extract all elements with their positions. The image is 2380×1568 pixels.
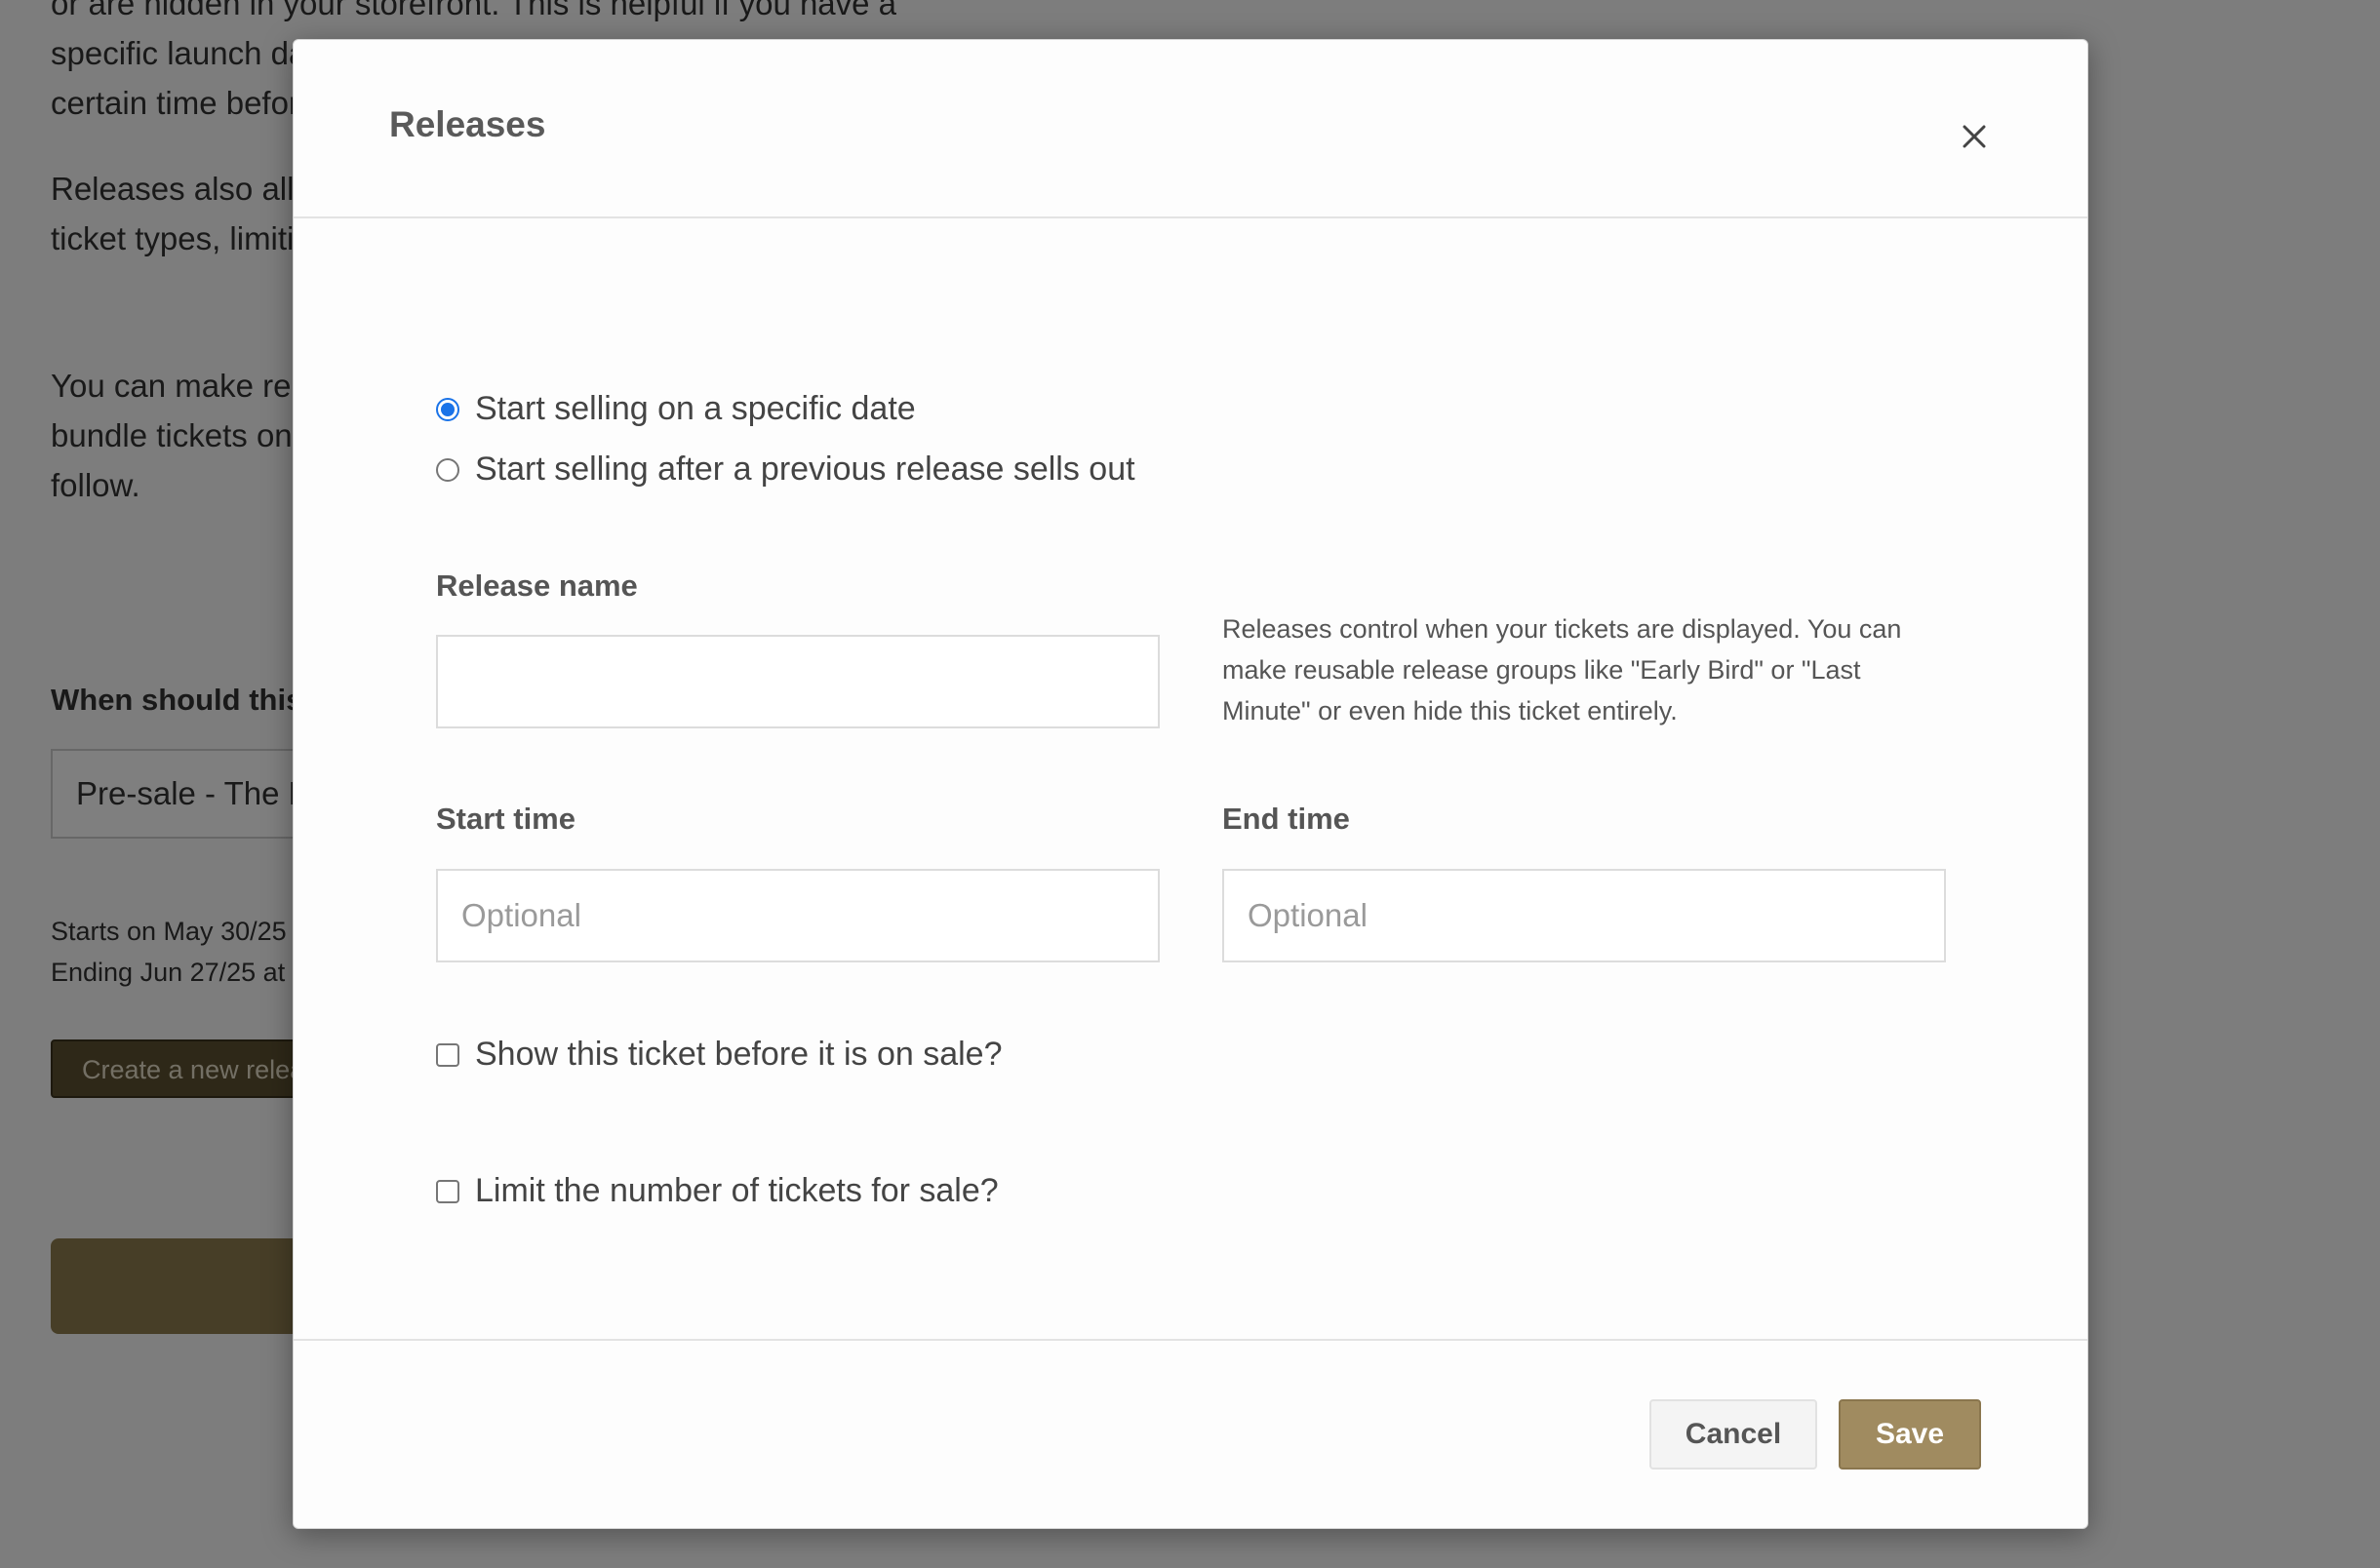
radio-label: Start selling after a previous release s…	[475, 451, 1135, 488]
limit-tickets-option[interactable]: Limit the number of tickets for sale?	[436, 1172, 999, 1210]
cancel-button[interactable]: Cancel	[1649, 1399, 1817, 1470]
checkbox[interactable]	[436, 1042, 459, 1067]
start-time-label: Start time	[436, 802, 575, 836]
checkbox-label: Limit the number of tickets for sale?	[475, 1172, 999, 1209]
end-time-input[interactable]	[1222, 869, 1946, 962]
radio-button[interactable]	[436, 457, 459, 482]
modal-footer: Cancel Save	[294, 1339, 2087, 1530]
save-button[interactable]: Save	[1839, 1399, 1981, 1470]
radio-label: Start selling on a specific date	[475, 390, 916, 427]
modal-header: Releases	[294, 40, 2087, 218]
checkbox-label: Show this ticket before it is on sale?	[475, 1036, 1003, 1073]
radio-button[interactable]	[436, 397, 459, 421]
release-help-text: Releases control when your tickets are d…	[1222, 614, 1902, 725]
close-button[interactable]	[1952, 114, 1997, 159]
release-name-input[interactable]	[436, 635, 1160, 728]
close-icon	[1963, 125, 1986, 148]
modal-title: Releases	[389, 104, 546, 144]
checkbox[interactable]	[436, 1179, 459, 1203]
end-time-label: End time	[1222, 802, 1350, 836]
releases-modal: Releases Start selling on a specific dat…	[293, 39, 2088, 1529]
start-time-input[interactable]	[436, 869, 1160, 962]
radio-specific-date[interactable]: Start selling on a specific date	[436, 390, 916, 428]
show-before-sale-option[interactable]: Show this ticket before it is on sale?	[436, 1036, 1003, 1074]
radio-after-sellout[interactable]: Start selling after a previous release s…	[436, 451, 1135, 489]
release-name-label: Release name	[436, 568, 638, 603]
